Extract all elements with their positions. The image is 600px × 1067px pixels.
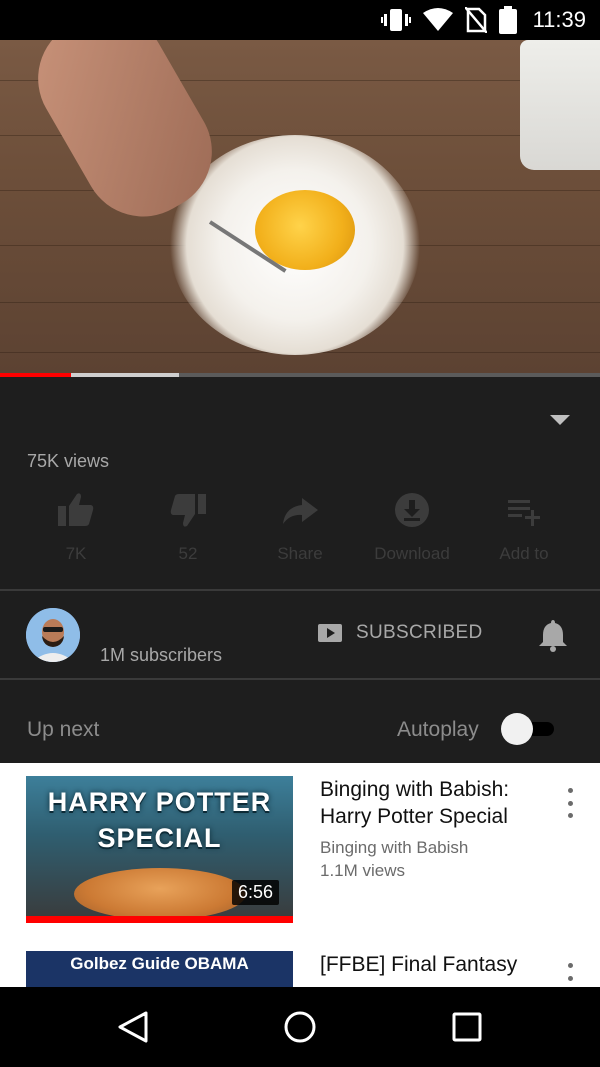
share-icon [283,498,318,524]
download-button[interactable]: Download [356,490,468,564]
battery-icon [498,6,517,34]
action-bar: 7K 52 Share Download Add to [20,490,580,564]
pie-image [74,868,246,920]
channel-row: 1M subscribers SUBSCRIBED [0,592,600,678]
video-player[interactable] [0,40,600,375]
divider [0,589,600,591]
vibrate-icon [380,9,411,31]
expand-description-icon[interactable] [550,415,570,425]
playlist-add-icon [508,500,540,526]
video-card[interactable]: HARRY POTTER SPECIAL 6:56 Binging with Ba… [0,776,600,946]
video-views: 1.1M views [320,861,406,880]
view-count: 75K views [27,451,110,471]
video-channel: Binging with Babish [320,838,469,857]
played-progress [0,373,71,377]
download-icon [395,493,429,527]
more-options-icon[interactable] [560,963,580,987]
up-next-label: Up next [27,718,100,741]
autoplay-toggle[interactable] [500,712,556,746]
dislike-button[interactable]: 52 [132,490,244,564]
up-next-list: HARRY POTTER SPECIAL 6:56 Binging with Ba… [0,763,600,987]
thumbs-up-icon [58,493,94,526]
notification-bell-icon[interactable] [537,618,569,652]
toggle-knob [501,713,533,745]
wifi-icon [422,8,453,31]
video-duration: 6:56 [231,880,279,905]
subscribed-button[interactable]: SUBSCRIBED [318,622,483,644]
egg-carton [520,40,600,170]
share-button[interactable]: Share [244,490,356,564]
back-icon[interactable] [116,1009,150,1045]
no-sim-icon [464,7,487,33]
home-icon[interactable] [282,1009,318,1045]
video-title[interactable]: Binging with Babish: Harry Potter Specia… [320,776,545,830]
avatar-portrait [26,608,80,662]
youtube-play-icon [318,624,342,642]
share-label: Share [277,544,323,563]
video-thumbnail[interactable]: Golbez Guide OBAMA [26,951,293,987]
status-bar: 11:39 [0,0,600,40]
recents-icon[interactable] [451,1009,483,1045]
add-to-label: Add to [499,544,549,563]
watched-progress [26,916,293,923]
autoplay-label: Autoplay [397,718,479,741]
like-count: 7K [65,544,87,563]
video-thumbnail[interactable]: HARRY POTTER SPECIAL 6:56 [26,776,293,923]
thumbnail-title-art: HARRY POTTER SPECIAL [47,787,272,853]
thumbs-down-icon [170,494,206,527]
like-button[interactable]: 7K [20,490,132,564]
channel-avatar[interactable] [26,608,80,662]
video-card[interactable]: Golbez Guide OBAMA [FFBE] Final Fantasy [0,951,600,987]
video-title[interactable]: [FFBE] Final Fantasy [320,951,545,978]
up-next-header: Up next Autoplay [0,680,600,763]
thumbnail-title-art: Golbez Guide OBAMA [70,954,249,973]
add-to-button[interactable]: Add to [468,490,580,564]
more-options-icon[interactable] [560,788,580,818]
video-progress-bar[interactable] [0,373,600,377]
clock: 11:39 [532,7,586,32]
subscribed-label: SUBSCRIBED [356,622,483,643]
system-nav-bar [0,987,600,1067]
dislike-count: 52 [178,544,198,563]
download-label: Download [374,544,450,563]
subscriber-count: 1M subscribers [100,645,223,665]
